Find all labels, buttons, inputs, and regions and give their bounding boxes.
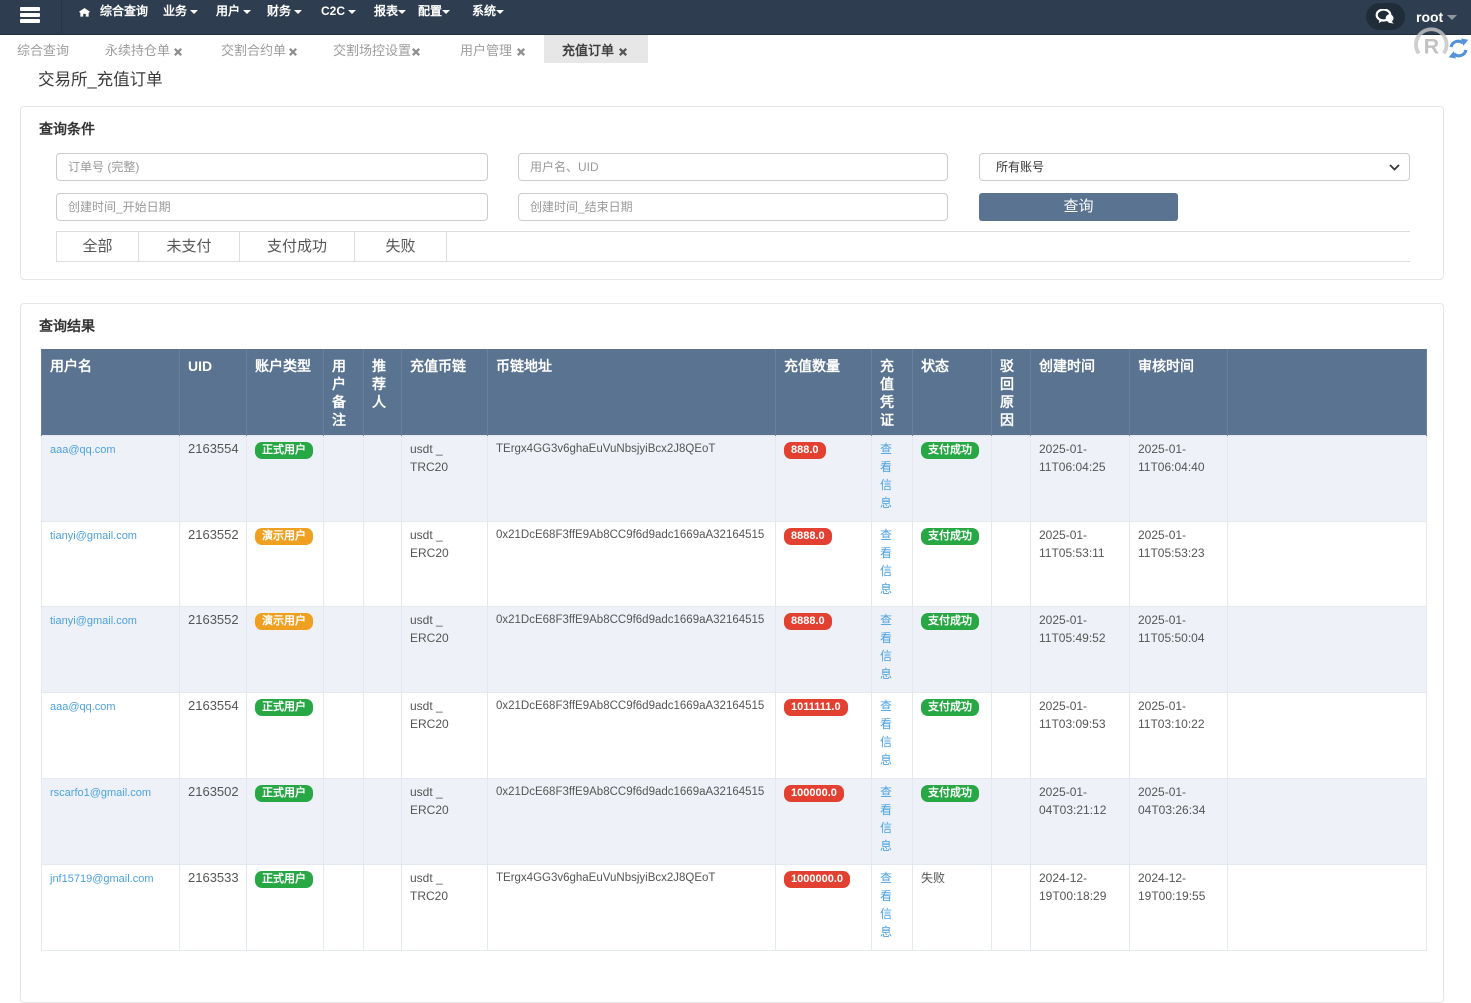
svg-text:R: R	[1424, 35, 1440, 59]
